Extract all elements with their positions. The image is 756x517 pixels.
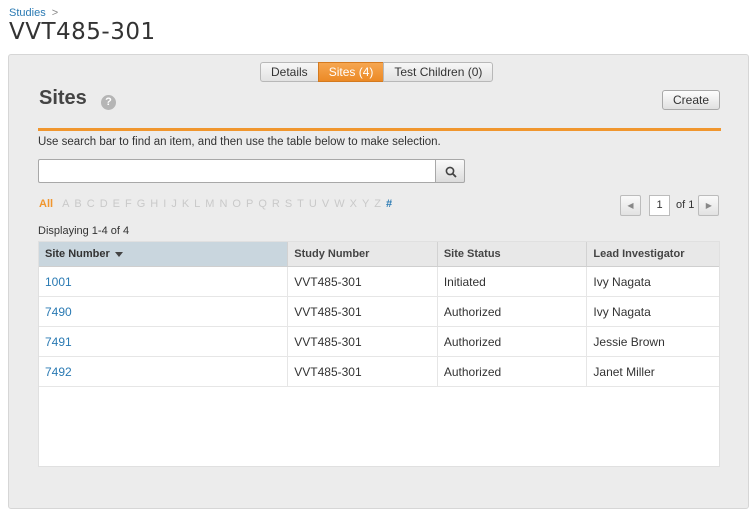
section-divider	[38, 128, 721, 131]
table-header: Site Number Study Number Site Status Lea…	[39, 242, 719, 267]
study-number-cell: VVT485-301	[288, 357, 438, 386]
table-row[interactable]: 7491 VVT485-301 Authorized Jessie Brown	[39, 327, 719, 357]
alpha-letter-t[interactable]: T	[297, 198, 304, 210]
tab-test-children[interactable]: Test Children (0)	[383, 62, 494, 82]
main-panel: Details Sites (4) Test Children (0) Site…	[8, 54, 749, 509]
table-row[interactable]: 1001 VVT485-301 Initiated Ivy Nagata	[39, 267, 719, 297]
breadcrumb: Studies >	[9, 7, 58, 19]
header-site-number[interactable]: Site Number	[39, 242, 289, 266]
sort-desc-icon	[114, 251, 123, 257]
study-number-cell: VVT485-301	[288, 327, 438, 356]
alpha-letter-n[interactable]: N	[219, 198, 227, 210]
search-input[interactable]	[38, 159, 436, 183]
site-status-cell: Authorized	[438, 327, 588, 356]
header-lead-investigator[interactable]: Lead Investigator	[587, 242, 719, 266]
tab-details[interactable]: Details	[260, 62, 319, 82]
site-number-link[interactable]: 7491	[39, 327, 289, 356]
study-number-cell: VVT485-301	[288, 297, 438, 326]
alpha-all[interactable]: All	[39, 198, 53, 210]
header-study-number[interactable]: Study Number	[288, 242, 438, 266]
table-row[interactable]: 7492 VVT485-301 Authorized Janet Miller	[39, 357, 719, 387]
alpha-letter-w[interactable]: W	[334, 198, 344, 210]
alpha-letter-z[interactable]: Z	[374, 198, 381, 210]
lead-investigator-cell: Jessie Brown	[593, 335, 665, 349]
tab-sites[interactable]: Sites (4)	[317, 62, 385, 82]
alpha-letter-p[interactable]: P	[246, 198, 253, 210]
alpha-hash[interactable]: #	[386, 198, 392, 210]
result-count: Displaying 1-4 of 4	[38, 225, 130, 237]
chevron-left-icon[interactable]: ◀	[620, 194, 641, 216]
search-icon	[445, 166, 457, 178]
alpha-letter-g[interactable]: G	[137, 198, 146, 210]
header-site-number-label: Site Number	[45, 248, 110, 260]
site-status-cell: Authorized	[438, 357, 588, 386]
site-status-cell: Authorized	[438, 297, 588, 326]
question-icon[interactable]: ?	[101, 95, 116, 110]
chevron-right-icon[interactable]: ▶	[698, 194, 720, 216]
alpha-letter-x[interactable]: X	[350, 198, 357, 210]
section-title: Sites	[39, 87, 87, 109]
lead-investigator-cell: Janet Miller	[593, 365, 655, 379]
sites-table: Site Number Study Number Site Status Lea…	[38, 241, 720, 467]
alpha-letter-j[interactable]: J	[171, 198, 177, 210]
alpha-letter-b[interactable]: B	[74, 198, 81, 210]
alpha-letter-s[interactable]: S	[285, 198, 292, 210]
search-button[interactable]	[435, 159, 465, 183]
site-number-link[interactable]: 7490	[39, 297, 289, 326]
breadcrumb-studies-link[interactable]: Studies	[9, 7, 46, 19]
alpha-letter-h[interactable]: H	[150, 198, 158, 210]
table-row[interactable]: 7490 VVT485-301 Authorized Ivy Nagata	[39, 297, 719, 327]
alpha-letter-i[interactable]: I	[163, 198, 166, 210]
lead-investigator-cell: Ivy Nagata	[593, 305, 651, 319]
site-number-link[interactable]: 1001	[39, 267, 289, 296]
breadcrumb-separator: >	[51, 7, 59, 19]
alpha-letter-m[interactable]: M	[205, 198, 214, 210]
instructions-text: Use search bar to find an item, and then…	[38, 136, 441, 148]
alpha-letter-y[interactable]: Y	[362, 198, 369, 210]
alpha-letter-l[interactable]: L	[194, 198, 200, 210]
page-title: VVT485-301	[9, 19, 156, 45]
site-status-cell: Initiated	[438, 267, 588, 296]
lead-investigator-cell: Ivy Nagata	[593, 275, 651, 289]
alpha-letter-v[interactable]: V	[322, 198, 329, 210]
alpha-letter-q[interactable]: Q	[258, 198, 267, 210]
alpha-letter-k[interactable]: K	[182, 198, 189, 210]
alphabet-filter: All A B C D E F G H I J K L M N O P Q R …	[39, 198, 397, 210]
alpha-letter-e[interactable]: E	[113, 198, 120, 210]
alpha-letter-f[interactable]: F	[125, 198, 132, 210]
create-button[interactable]: Create	[662, 90, 720, 110]
alpha-letter-d[interactable]: D	[100, 198, 108, 210]
alpha-letter-u[interactable]: U	[309, 198, 317, 210]
alpha-letter-r[interactable]: R	[272, 198, 280, 210]
site-number-link[interactable]: 7492	[39, 357, 289, 386]
page-count-label: of 1	[676, 199, 695, 211]
pager: ◀ 1 of 1 ▶	[620, 194, 720, 216]
tab-bar: Details Sites (4) Test Children (0)	[260, 62, 494, 82]
study-number-cell: VVT485-301	[288, 267, 438, 296]
alpha-letter-o[interactable]: O	[232, 198, 241, 210]
header-site-status[interactable]: Site Status	[438, 242, 588, 266]
alpha-letter-c[interactable]: C	[87, 198, 95, 210]
alpha-letter-a[interactable]: A	[62, 198, 69, 210]
page-number-input[interactable]: 1	[649, 194, 670, 216]
